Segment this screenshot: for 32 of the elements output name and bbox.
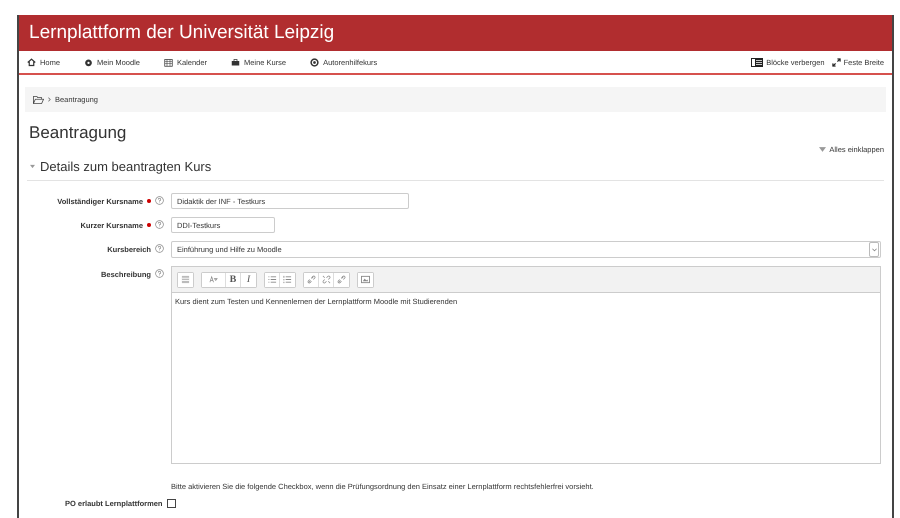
required-icon — [147, 223, 151, 227]
caret-icon — [819, 147, 826, 152]
image-icon — [361, 275, 370, 284]
toggle-icon — [181, 275, 190, 284]
style-button[interactable] — [202, 272, 226, 286]
numbers-button[interactable] — [280, 272, 295, 286]
bullets-icon — [268, 275, 276, 284]
help-icon[interactable] — [155, 220, 164, 229]
link-button[interactable] — [304, 272, 319, 286]
site-title: Lernplattform der Universität Leipzig — [29, 22, 334, 44]
folder-icon — [33, 96, 44, 104]
style-icon — [209, 275, 218, 284]
checkbox[interactable] — [166, 499, 176, 508]
briefcase-icon — [231, 58, 240, 66]
caret-icon — [872, 248, 876, 252]
caret-icon[interactable] — [29, 164, 36, 169]
link-icon — [337, 275, 346, 284]
link-icon — [306, 275, 316, 284]
numbers-icon — [283, 275, 292, 284]
expand-icon — [832, 58, 841, 66]
home-icon — [27, 58, 36, 66]
calendar-icon — [164, 58, 173, 66]
help-icon[interactable] — [155, 244, 164, 253]
bullets-button[interactable] — [265, 272, 280, 286]
help-icon[interactable] — [155, 196, 164, 205]
section-title[interactable]: Details zum beantragten Kurs — [40, 159, 212, 174]
required-icon — [147, 199, 151, 203]
help-icon[interactable] — [155, 269, 164, 278]
unlink-icon — [322, 275, 330, 284]
sidebar-icon — [751, 58, 764, 66]
separator-icon — [48, 97, 51, 102]
page-title: Beantragung — [29, 123, 128, 143]
